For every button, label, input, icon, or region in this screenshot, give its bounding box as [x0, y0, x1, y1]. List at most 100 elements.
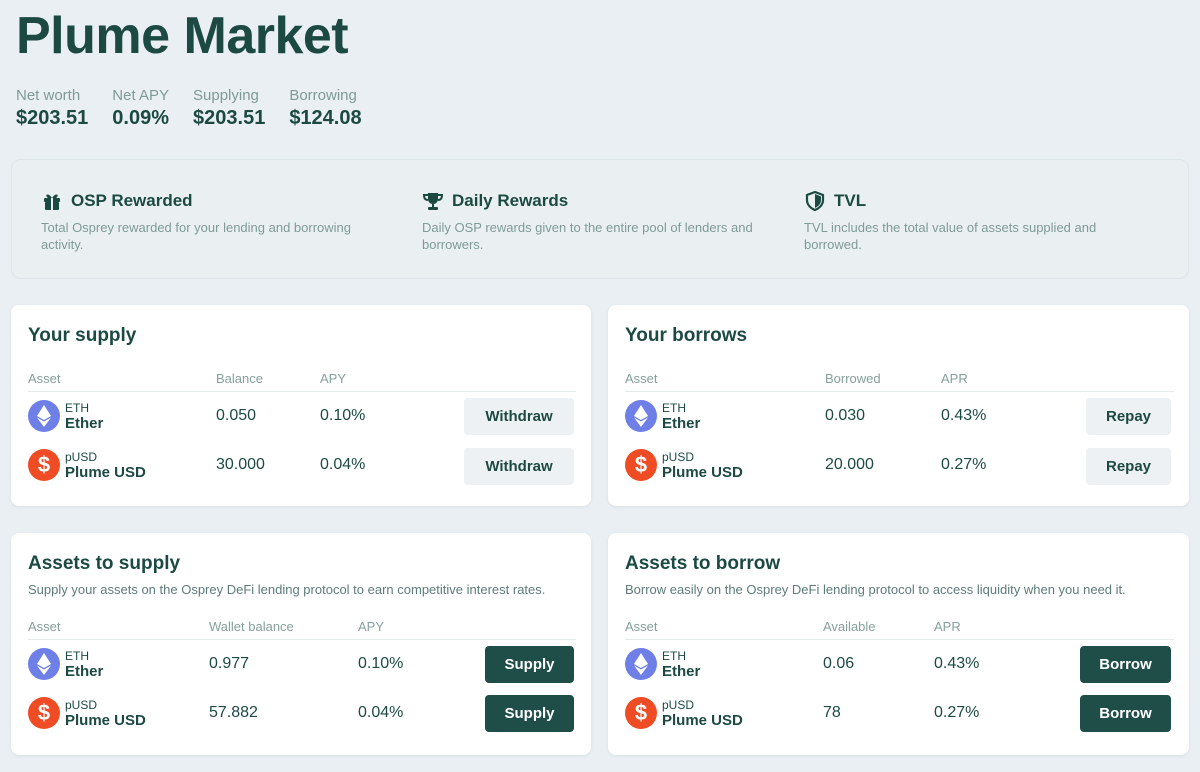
column-header-apy: APY: [320, 371, 347, 386]
apy-value: 0.10%: [320, 407, 366, 424]
dollar-icon: $: [28, 449, 60, 481]
eth-icon: [625, 648, 657, 680]
asset-cell: ETH Ether: [28, 400, 103, 432]
apy-value: 0.04%: [358, 704, 404, 721]
balance-value: 0.050: [216, 407, 257, 424]
repay-button[interactable]: Repay: [1086, 398, 1171, 435]
dollar-icon: $: [28, 697, 60, 729]
available-value: 0.06: [823, 655, 855, 672]
info-description: Total Osprey rewarded for your lending a…: [41, 220, 352, 252]
table-row: $ pUSD Plume USD 78 0.27% Borrow: [608, 693, 1189, 733]
info-title: OSP Rewarded: [71, 191, 193, 210]
apr-value: 0.43%: [941, 407, 987, 424]
column-header-asset: Asset: [28, 619, 61, 634]
asset-cell: ETH Ether: [625, 400, 700, 432]
column-header-borrowed: Borrowed: [825, 371, 881, 386]
available-value: 78: [823, 704, 841, 721]
divider: [625, 639, 1174, 640]
divider: [28, 639, 576, 640]
info-title: TVL: [834, 191, 867, 210]
asset-symbol: pUSD: [662, 449, 695, 464]
asset-symbol: pUSD: [662, 697, 695, 712]
asset-name: Plume USD: [65, 711, 146, 729]
info-description: Daily OSP rewards given to the entire po…: [422, 220, 753, 252]
stat-value: $203.51: [16, 107, 89, 129]
withdraw-button[interactable]: Withdraw: [464, 448, 574, 485]
column-header-asset: Asset: [28, 371, 61, 386]
asset-cell: $ pUSD Plume USD: [625, 697, 743, 729]
info-osp-rewarded: OSP Rewarded Total Osprey rewarded for y…: [41, 190, 386, 253]
card-subtitle: Borrow easily on the Osprey DeFi lending…: [625, 582, 1126, 597]
eth-icon: [28, 400, 60, 432]
page-title: Plume Market: [16, 7, 349, 65]
stat-borrowing: Borrowing $124.08: [289, 87, 361, 130]
asset-name: Ether: [662, 662, 701, 680]
table-row: $ pUSD Plume USD 20.000 0.27% Repay: [608, 445, 1189, 485]
card-title: Assets to supply: [28, 553, 181, 574]
asset-cell: ETH Ether: [625, 648, 700, 680]
eth-icon: [625, 400, 657, 432]
asset-symbol: ETH: [65, 400, 89, 415]
column-header-asset: Asset: [625, 371, 658, 386]
card-subtitle: Supply your assets on the Osprey DeFi le…: [28, 582, 546, 597]
apr-value: 0.43%: [934, 655, 980, 672]
asset-name: Ether: [65, 414, 104, 432]
stat-net-apy: Net APY 0.09%: [112, 87, 169, 130]
card-title: Your borrows: [625, 325, 748, 346]
info-tvl: TVL TVL includes the total value of asse…: [804, 190, 1149, 253]
apr-value: 0.27%: [934, 704, 980, 721]
table-row: ETH Ether 0.050 0.10% Withdraw: [11, 396, 591, 436]
apr-value: 0.27%: [941, 456, 987, 473]
asset-symbol: ETH: [662, 400, 686, 415]
repay-button[interactable]: Repay: [1086, 448, 1171, 485]
gift-icon: [41, 190, 63, 212]
card-title: Your supply: [28, 325, 137, 346]
info-description: TVL includes the total value of assets s…: [804, 220, 1097, 252]
table-row: $ pUSD Plume USD 30.000 0.04% Withdraw: [11, 445, 591, 485]
column-header-wallet-balance: Wallet balance: [209, 619, 294, 634]
table-row: ETH Ether 0.977 0.10% Supply: [11, 644, 591, 684]
table-row: ETH Ether 0.06 0.43% Borrow: [608, 644, 1189, 684]
wallet-balance-value: 0.977: [209, 655, 250, 672]
asset-cell: $ pUSD Plume USD: [625, 449, 743, 481]
asset-name: Plume USD: [662, 711, 743, 729]
asset-symbol: ETH: [662, 648, 686, 663]
trophy-icon: [422, 190, 444, 212]
stat-value: $124.08: [289, 107, 362, 129]
column-header-apy: APY: [358, 619, 385, 634]
info-daily-rewards: Daily Rewards Daily OSP rewards given to…: [422, 190, 767, 253]
asset-symbol: ETH: [65, 648, 89, 663]
assets-to-borrow-card: Assets to borrow Borrow easily on the Os…: [608, 533, 1189, 755]
asset-cell: $ pUSD Plume USD: [28, 449, 146, 481]
info-title: Daily Rewards: [452, 191, 569, 210]
asset-symbol: pUSD: [65, 697, 98, 712]
dollar-icon: $: [625, 449, 657, 481]
stat-value: 0.09%: [112, 107, 170, 129]
asset-symbol: pUSD: [65, 449, 98, 464]
supply-button[interactable]: Supply: [485, 695, 574, 732]
apy-value: 0.10%: [358, 655, 404, 672]
your-borrows-card: Your borrows Asset Borrowed APR ETH Ethe…: [608, 305, 1189, 506]
withdraw-button[interactable]: Withdraw: [464, 398, 574, 435]
stat-supplying: Supplying $203.51: [193, 87, 265, 130]
stat-value: $203.51: [193, 107, 266, 129]
stats-bar: Net worth $203.51 Net APY 0.09% Supplyin…: [16, 87, 386, 130]
divider: [625, 391, 1174, 392]
stat-label: Net worth: [16, 87, 81, 104]
column-header-apr: APR: [941, 371, 968, 386]
stat-label: Net APY: [112, 87, 169, 104]
supply-button[interactable]: Supply: [485, 646, 574, 683]
stat-net-worth: Net worth $203.51: [16, 87, 88, 130]
asset-name: Plume USD: [662, 463, 743, 481]
card-title: Assets to borrow: [625, 553, 781, 574]
borrow-button[interactable]: Borrow: [1080, 646, 1171, 683]
column-header-available: Available: [823, 619, 876, 634]
asset-name: Ether: [65, 662, 104, 680]
table-row: ETH Ether 0.030 0.43% Repay: [608, 396, 1189, 436]
info-panel: OSP Rewarded Total Osprey rewarded for y…: [11, 159, 1189, 279]
your-supply-card: Your supply Asset Balance APY ETH Ether …: [11, 305, 591, 506]
borrow-button[interactable]: Borrow: [1080, 695, 1171, 732]
column-header-balance: Balance: [216, 371, 263, 386]
stat-label: Supplying: [193, 87, 259, 104]
asset-cell: $ pUSD Plume USD: [28, 697, 146, 729]
